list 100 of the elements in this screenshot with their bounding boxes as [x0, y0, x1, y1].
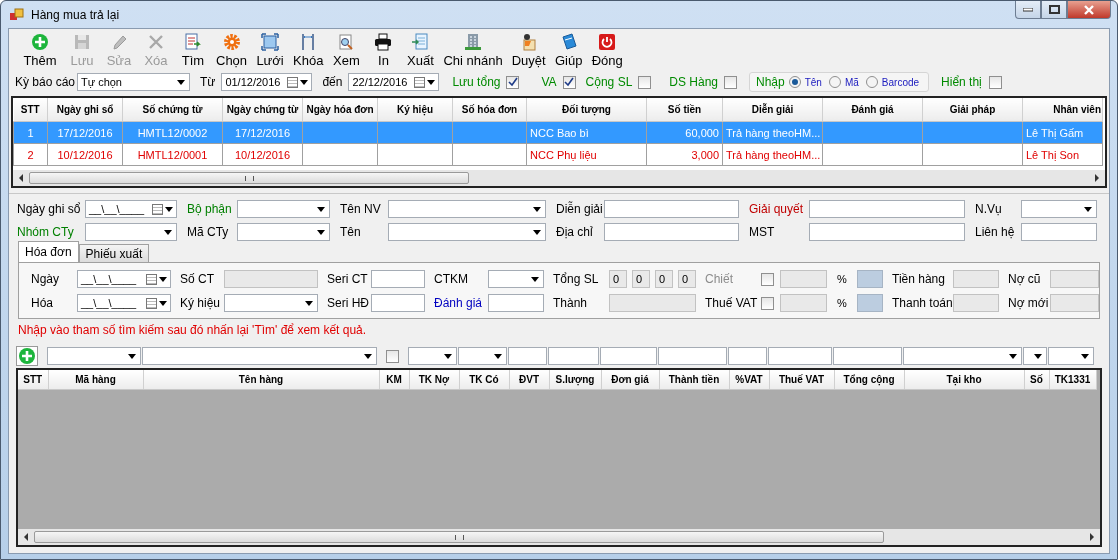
text-field[interactable] [600, 347, 657, 365]
checkbox[interactable] [989, 75, 1003, 89]
column-header[interactable]: STT [18, 370, 48, 390]
date-field[interactable]: 22/12/2016 [348, 73, 440, 91]
tab[interactable]: Phiếu xuất [78, 244, 150, 262]
date-field[interactable]: __\__\____ [85, 200, 177, 218]
dropdown[interactable] [1023, 347, 1047, 365]
dropdown[interactable]: Tự chọn [77, 73, 190, 91]
dropdown[interactable] [1048, 347, 1094, 365]
toolbar-button[interactable]: In [365, 32, 402, 70]
app-icon [9, 6, 25, 23]
text-field[interactable] [371, 270, 425, 288]
toolbar-button[interactable]: Tìm [175, 32, 211, 70]
column-header[interactable]: Số tiền [646, 98, 723, 122]
text-field[interactable] [604, 200, 739, 218]
text-field[interactable] [833, 347, 902, 365]
text-field[interactable] [768, 347, 832, 365]
column-header[interactable]: Ký hiệu [377, 98, 453, 122]
checkbox[interactable] [386, 349, 399, 363]
date-field[interactable]: __\__\____ [77, 294, 171, 312]
column-header[interactable]: Ngày chứng từ [222, 98, 303, 122]
text-field[interactable] [809, 200, 965, 218]
minimize-button[interactable] [1015, 1, 1041, 19]
column-header[interactable]: STT [13, 98, 48, 122]
toolbar-button[interactable]: Lưới [252, 32, 289, 70]
checkbox[interactable] [761, 296, 774, 310]
column-header[interactable]: Thuế VAT [769, 370, 834, 390]
column-header[interactable]: ĐVT [509, 370, 549, 390]
toolbar-button[interactable]: Duyệt [507, 32, 550, 70]
column-header[interactable]: TK1331 [1049, 370, 1096, 390]
field-label: Địa chỉ [556, 225, 594, 239]
toolbar-button[interactable]: Xuất [402, 32, 439, 70]
field-label: Giải quyết [749, 202, 805, 216]
text-field[interactable] [1021, 223, 1097, 241]
column-header[interactable]: TK Có [459, 370, 509, 390]
text-field[interactable] [548, 347, 599, 365]
field-label: Nhóm CTy [17, 225, 75, 239]
date-field[interactable]: 01/12/2016 [221, 73, 313, 91]
toolbar-button[interactable]: Giúp [550, 32, 587, 70]
column-header[interactable]: Tên hàng [143, 370, 379, 390]
horizontal-scrollbar[interactable] [18, 529, 1100, 545]
column-header[interactable]: Thành tiền [659, 370, 729, 390]
checkbox[interactable] [638, 75, 652, 89]
radio-button[interactable] [788, 76, 801, 88]
dropdown[interactable] [458, 347, 507, 365]
column-header[interactable]: Giải pháp [922, 98, 1023, 122]
text-field[interactable] [604, 223, 739, 241]
tab[interactable]: Hóa đơn [18, 241, 79, 262]
checkbox[interactable] [506, 75, 520, 89]
column-header[interactable]: Đối tượng [526, 98, 647, 122]
column-header[interactable]: Ngày ghi sổ [47, 98, 123, 122]
checkbox[interactable] [724, 75, 737, 89]
column-header[interactable]: TK Nợ [409, 370, 459, 390]
horizontal-scrollbar[interactable] [13, 170, 1105, 186]
field-label: Tổng SL [553, 272, 600, 286]
column-header[interactable]: Tổng cộng [834, 370, 904, 390]
column-header[interactable]: Ngày hóa đơn [302, 98, 378, 122]
column-header[interactable]: Số chứng từ [122, 98, 223, 122]
add-line-button[interactable] [16, 346, 38, 366]
column-header[interactable]: Số hóa đơn [452, 98, 527, 122]
text-field[interactable] [488, 294, 544, 312]
close-button[interactable] [1067, 1, 1111, 19]
toolbar-button[interactable]: Khóa [289, 32, 328, 70]
column-header[interactable]: Đánh giá [822, 98, 923, 122]
column-header[interactable]: Mã hàng [48, 370, 143, 390]
checkbox[interactable] [761, 272, 774, 286]
maximize-icon [1048, 5, 1060, 14]
column-header[interactable]: %VAT [729, 370, 769, 390]
table-cell: Trả hàng theoHM... [726, 148, 821, 161]
field-label: Ngày [31, 272, 60, 286]
date-field[interactable]: __\__\____ [77, 270, 171, 288]
radio-button[interactable] [828, 76, 841, 88]
text-field[interactable] [809, 223, 965, 241]
column-header[interactable]: Số [1024, 370, 1049, 390]
column-header[interactable]: S.lượng [549, 370, 601, 390]
toolbar-button[interactable]: Thêm [17, 32, 63, 70]
readonly-field: 0 [655, 270, 673, 288]
toolbar-button[interactable]: Đóng [587, 32, 627, 70]
text-field[interactable] [728, 347, 767, 365]
text-field[interactable] [371, 294, 425, 312]
field-label: đến [322, 75, 343, 89]
checkbox[interactable] [562, 75, 576, 89]
column-header[interactable]: Đơn giá [601, 370, 659, 390]
radio-button[interactable] [865, 76, 878, 88]
field-label: Từ [200, 75, 216, 89]
column-header[interactable]: KM [379, 370, 409, 390]
field-label: Ngày ghi sổ [17, 202, 82, 216]
column-header[interactable]: Diễn giải [722, 98, 823, 122]
toolbar-button[interactable]: Chọn [212, 32, 252, 70]
table-row[interactable]: 2 10/12/2016 HMTL12/0001 10/12/2016 NCC Phụ liệu 3,000 Trả hàng theoHM... Lê Thị Son [13, 143, 1103, 166]
maximize-button[interactable] [1041, 1, 1067, 19]
table-cell: 2 [27, 148, 34, 161]
column-header[interactable]: Tại kho [904, 370, 1024, 390]
dropdown[interactable] [408, 347, 457, 365]
text-field[interactable] [508, 347, 547, 365]
toolbar-button[interactable]: Chi nhánh [439, 32, 507, 70]
column-header[interactable]: Nhân viên [1022, 98, 1103, 122]
field-label: Diễn giải [556, 202, 604, 216]
text-field[interactable] [658, 347, 727, 365]
toolbar-button[interactable]: Xem [328, 32, 365, 70]
